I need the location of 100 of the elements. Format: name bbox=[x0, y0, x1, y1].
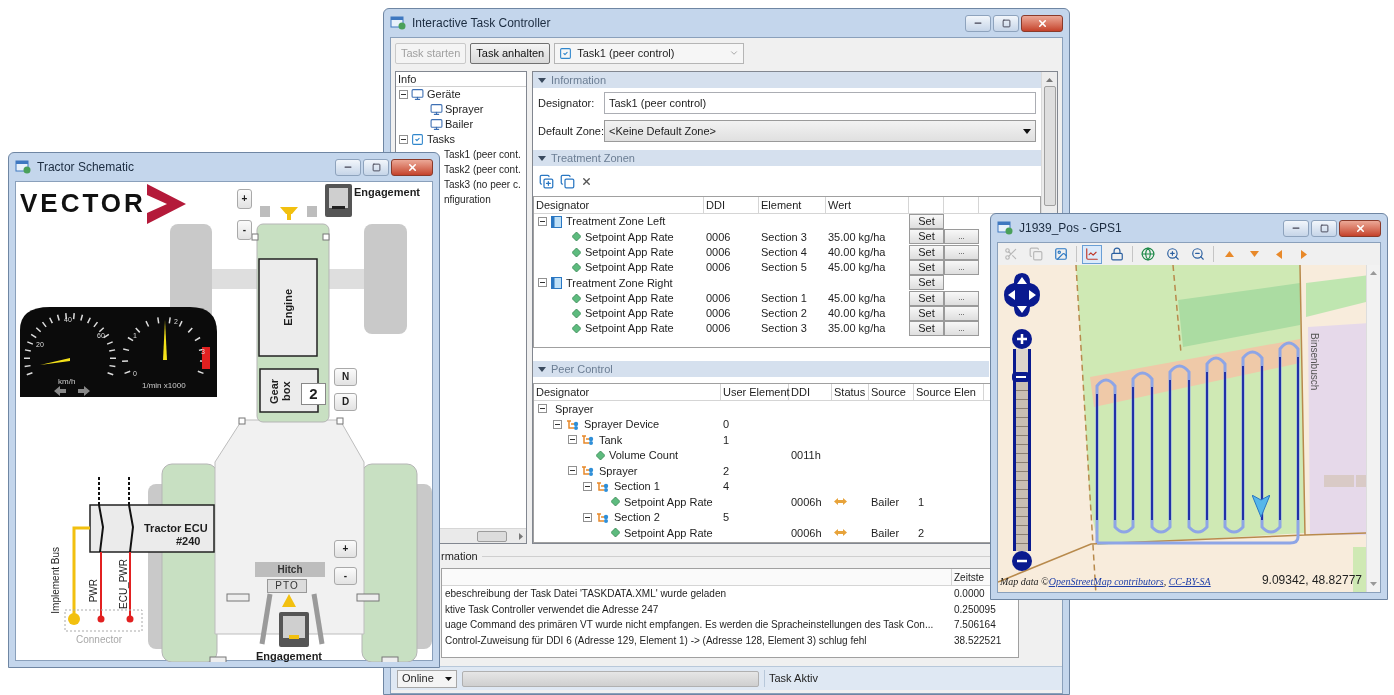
pan-control-icon[interactable] bbox=[1004, 273, 1040, 317]
lower-button[interactable]: - bbox=[334, 567, 357, 585]
close-button[interactable] bbox=[1021, 14, 1063, 32]
more-button[interactable]: ... bbox=[944, 260, 979, 276]
maximize-button[interactable] bbox=[1311, 219, 1337, 237]
set-button[interactable]: Set bbox=[909, 260, 944, 276]
table-cell-text: 0006 bbox=[705, 245, 732, 260]
minimize-button[interactable] bbox=[1283, 219, 1309, 237]
maximize-icon bbox=[1319, 223, 1329, 233]
window-icon bbox=[15, 160, 31, 174]
table-cell-text: Setpoint App Rate bbox=[585, 306, 674, 322]
default-zone-dropdown[interactable]: <Keine Default Zone> bbox=[604, 120, 1036, 142]
set-button[interactable]: Set bbox=[909, 290, 944, 306]
set-button[interactable]: Set bbox=[909, 214, 944, 230]
column-header[interactable]: Wert bbox=[826, 197, 909, 213]
table-cell-text: 0006 bbox=[705, 321, 732, 337]
copy-icon bbox=[560, 173, 575, 189]
column-header[interactable]: Status bbox=[832, 384, 869, 400]
minimize-button[interactable] bbox=[965, 14, 991, 32]
tree-item[interactable]: Sprayer bbox=[396, 102, 526, 117]
collapse-icon[interactable] bbox=[399, 90, 408, 99]
plus-icon bbox=[1017, 334, 1027, 344]
task-dropdown[interactable]: Task1 (peer control) bbox=[554, 42, 745, 64]
set-button[interactable]: Set bbox=[909, 321, 944, 337]
tree-item[interactable]: nfiguration bbox=[444, 192, 491, 207]
attribution-link[interactable]: OpenStreetMap contributors bbox=[1048, 576, 1164, 587]
toolbar-button[interactable] bbox=[1082, 244, 1102, 264]
collapse-icon[interactable] bbox=[553, 419, 562, 429]
zoom-thumb[interactable] bbox=[1012, 372, 1030, 383]
close-button[interactable] bbox=[391, 158, 433, 176]
collapse-icon[interactable] bbox=[568, 435, 577, 445]
collapse-icon[interactable] bbox=[538, 404, 547, 414]
set-button[interactable]: Set bbox=[909, 229, 944, 245]
table-cell-text: 0006 bbox=[705, 306, 732, 322]
table-cell-text: Setpoint App Rate bbox=[624, 494, 713, 510]
raise-button[interactable]: + bbox=[334, 540, 357, 558]
lower-button[interactable]: - bbox=[237, 220, 252, 240]
tree-item[interactable]: Task3 (no peer c. bbox=[444, 177, 521, 192]
tree-item[interactable]: Task1 (peer cont. bbox=[444, 147, 521, 162]
table-cell-text: Sprayer bbox=[599, 463, 638, 479]
maximize-button[interactable] bbox=[993, 14, 1019, 32]
tree-item[interactable]: Task2 (peer cont. bbox=[444, 162, 521, 177]
tree-header: Info bbox=[396, 72, 526, 87]
table-cell-text: Section 4 bbox=[760, 245, 808, 260]
more-button[interactable]: ... bbox=[944, 321, 979, 337]
node-tree-icon bbox=[581, 465, 595, 477]
collapse-icon[interactable] bbox=[568, 466, 577, 476]
scrollbar-thumb[interactable] bbox=[1043, 86, 1056, 206]
neutral-button[interactable]: N bbox=[334, 368, 357, 386]
zoom-out-icon bbox=[1191, 247, 1205, 261]
tree-item[interactable]: Geräte bbox=[396, 87, 526, 102]
tree-item[interactable]: Tasks bbox=[396, 132, 526, 147]
collapse-icon[interactable] bbox=[583, 481, 592, 491]
column-header[interactable]: DDI bbox=[789, 384, 832, 400]
scroll-up-icon[interactable] bbox=[1046, 78, 1053, 82]
copy-zone-button[interactable] bbox=[560, 173, 575, 189]
map-attribution: Map data ©OpenStreetMap contributors, CC-BY-SA bbox=[1000, 575, 1211, 589]
scrollbar-thumb[interactable] bbox=[477, 530, 507, 542]
log-time: 0.0000 bbox=[953, 587, 986, 602]
column-header[interactable]: Source bbox=[869, 384, 914, 400]
mount-point bbox=[356, 593, 380, 602]
zoom-slider[interactable] bbox=[1013, 349, 1031, 551]
more-button[interactable]: ... bbox=[944, 229, 979, 245]
copy-icon bbox=[1029, 247, 1043, 261]
pto-switch-icon bbox=[279, 594, 309, 647]
designator-field[interactable]: Task1 (peer control) bbox=[604, 92, 1036, 114]
toolbar-button[interactable]: Task anhalten bbox=[470, 42, 551, 64]
more-button[interactable]: ... bbox=[944, 290, 979, 306]
remove-zone-button[interactable] bbox=[581, 175, 592, 187]
attribution-link[interactable]: CC-BY-SA bbox=[1168, 576, 1211, 587]
table-cell-text: Section 2 bbox=[614, 510, 660, 525]
raise-button[interactable]: + bbox=[237, 189, 252, 209]
mode-dropdown[interactable]: Online bbox=[397, 669, 457, 688]
vertical-scrollbar[interactable] bbox=[1366, 265, 1380, 592]
column-header[interactable]: Element bbox=[759, 197, 826, 213]
column-header[interactable]: Source Elen bbox=[914, 384, 984, 400]
column-header[interactable]: Designator bbox=[534, 197, 704, 213]
table-cell-text: 0006 bbox=[705, 260, 732, 276]
column-header[interactable]: Zeitste bbox=[952, 569, 986, 585]
collapse-icon[interactable] bbox=[583, 512, 592, 522]
table-cell-text: Bailer bbox=[870, 494, 901, 510]
collapse-icon[interactable] bbox=[538, 278, 547, 288]
more-button[interactable]: ... bbox=[944, 244, 979, 260]
minimize-button[interactable] bbox=[335, 158, 361, 176]
column-header[interactable]: Designator bbox=[534, 384, 721, 400]
column-header[interactable]: User Element bbox=[721, 384, 789, 400]
globe-icon bbox=[1141, 247, 1155, 261]
collapse-icon[interactable] bbox=[538, 217, 547, 227]
page-icon bbox=[551, 276, 562, 289]
tree-item[interactable]: Bailer bbox=[396, 117, 526, 132]
scroll-right-icon[interactable] bbox=[519, 532, 523, 540]
maximize-button[interactable] bbox=[363, 158, 389, 176]
set-button[interactable]: Set bbox=[909, 275, 944, 291]
column-header[interactable]: DDI bbox=[704, 197, 759, 213]
set-button[interactable]: Set bbox=[909, 244, 944, 260]
drive-button[interactable]: D bbox=[334, 393, 357, 411]
close-button[interactable] bbox=[1339, 219, 1381, 237]
collapse-icon[interactable] bbox=[399, 135, 408, 144]
add-zone-button[interactable] bbox=[539, 173, 554, 189]
page-icon bbox=[551, 215, 562, 228]
